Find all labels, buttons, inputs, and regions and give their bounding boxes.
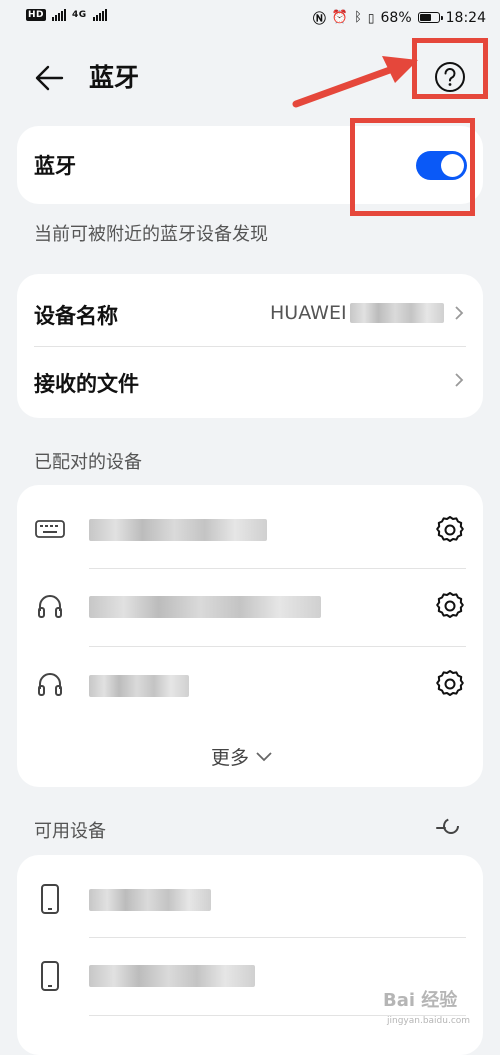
paired-device-name-blurred[interactable]	[89, 675, 189, 697]
network-type: 4G	[72, 10, 87, 20]
clock: 18:24	[445, 9, 486, 26]
device-name-blurred	[350, 303, 444, 323]
available-device-name-blurred[interactable]	[89, 965, 255, 987]
watermark-logo: Bai 经验	[383, 990, 458, 1011]
chevron-down-icon	[255, 747, 273, 766]
page-title: 蓝牙	[89, 63, 140, 92]
signal-icon	[52, 9, 67, 21]
settings-gear-icon[interactable]	[433, 589, 467, 627]
more-label: 更多	[211, 747, 250, 769]
headphones-icon	[36, 670, 64, 702]
back-arrow-icon[interactable]	[30, 58, 70, 98]
hd-badge: HD	[26, 9, 47, 21]
paired-device-name-blurred[interactable]	[89, 519, 267, 541]
settings-gear-icon[interactable]	[433, 667, 467, 705]
device-name-label[interactable]: 设备名称	[34, 300, 118, 330]
phone-icon	[39, 883, 61, 919]
battery-fill	[419, 14, 432, 21]
divider	[89, 568, 466, 569]
battery-percent: 68%	[380, 9, 412, 26]
divider	[89, 937, 466, 938]
keyboard-icon	[34, 517, 66, 545]
annotation-box-toggle	[350, 118, 475, 216]
device-name-value: HUAWEI	[270, 302, 347, 324]
received-files-label[interactable]: 接收的文件	[34, 368, 139, 398]
bluetooth-label: 蓝牙	[34, 154, 76, 178]
scanning-icon[interactable]	[434, 815, 462, 843]
discoverable-text: 当前可被附近的蓝牙设备发现	[34, 224, 268, 245]
settings-gear-icon[interactable]	[433, 513, 467, 551]
divider	[89, 646, 466, 647]
vibrate-icon: ▯	[367, 10, 375, 25]
annotation-arrow	[292, 56, 418, 108]
chevron-right-icon[interactable]	[452, 305, 466, 320]
available-device-name-blurred[interactable]	[89, 889, 211, 911]
status-bar: HD 4G Ⓝ ⏰ ᛒ ▯ 68% 18:24	[0, 0, 500, 38]
nfc-icon: Ⓝ	[312, 12, 326, 27]
alarm-icon: ⏰	[331, 10, 349, 25]
chevron-right-icon[interactable]	[452, 372, 466, 387]
divider	[34, 346, 466, 347]
more-button[interactable]: 更多	[211, 743, 273, 770]
phone-icon	[39, 960, 61, 996]
paired-section-title: 已配对的设备	[34, 452, 142, 473]
headphones-icon	[36, 592, 64, 624]
signal-icon-2	[92, 9, 107, 21]
watermark-url: jingyan.baidu.com	[387, 1016, 471, 1026]
paired-device-name-blurred[interactable]	[89, 596, 321, 618]
status-left-indicators: HD 4G	[26, 9, 107, 21]
available-section-title: 可用设备	[34, 821, 106, 842]
bluetooth-status-icon: ᛒ	[354, 10, 362, 25]
status-right-indicators: Ⓝ ⏰ ᛒ ▯ 68% 18:24	[312, 8, 486, 28]
battery-icon	[417, 12, 443, 23]
